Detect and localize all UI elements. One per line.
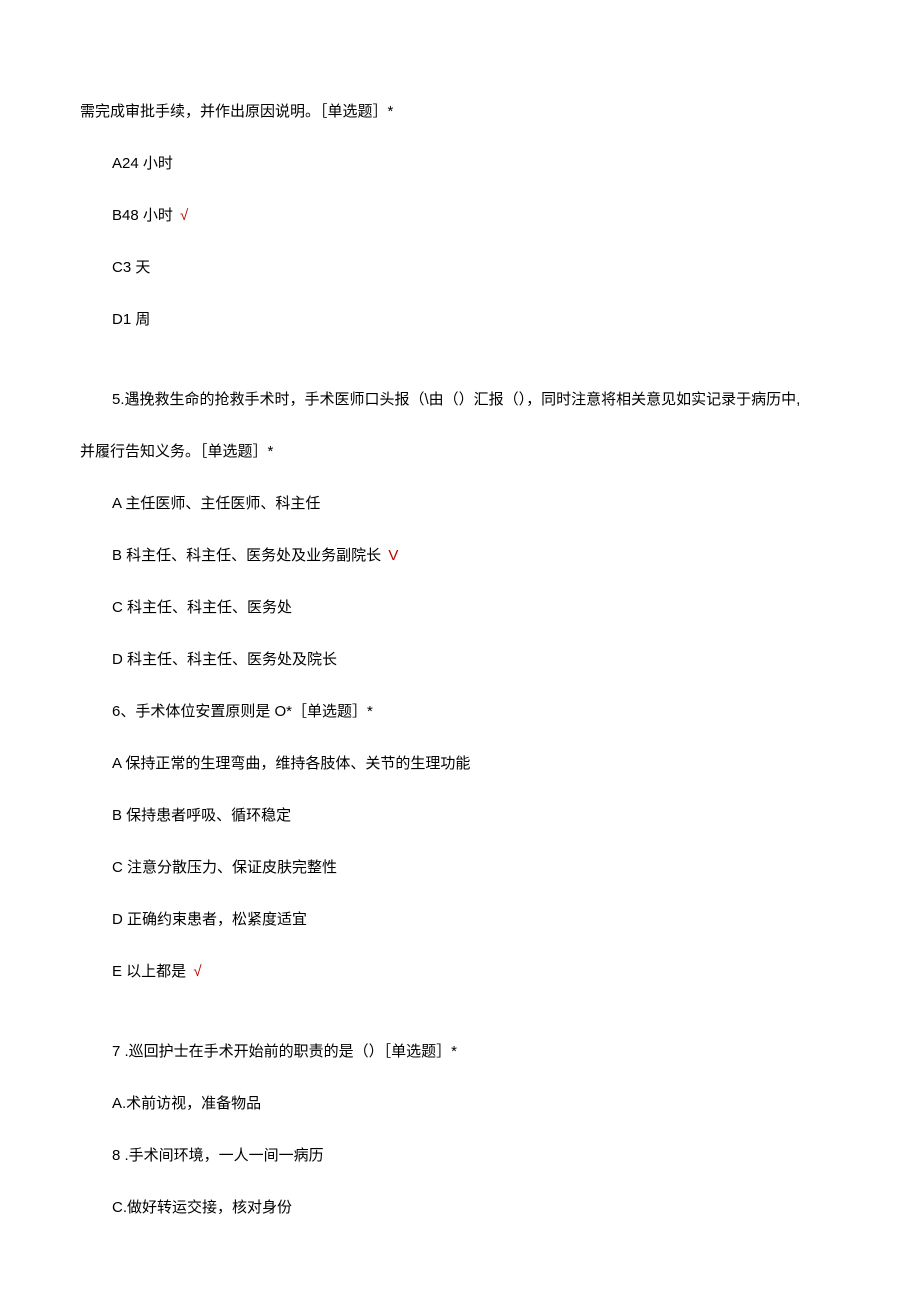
check-icon: √ [180,207,188,224]
q7-option-a: A.术前访视，准备物品 [80,1092,840,1116]
q4-stem-continuation: 需完成审批手续，并作出原因说明。［单选题］* [80,100,840,124]
q6-option-a: A 保持正常的生理弯曲，维持各肢体、关节的生理功能 [80,752,840,776]
check-icon: V [388,547,398,564]
q7-option-8: 8 .手术间环境，一人一间一病历 [80,1144,840,1168]
q6-option-d: D 正确约束患者，松紧度适宜 [80,908,840,932]
q5-option-c: C 科主任、科主任、医务处 [80,596,840,620]
q5-option-a: A 主任医师、主任医师、科主任 [80,492,840,516]
q7-stem: 7 .巡回护士在手术开始前的职责的是（）［单选题］* [80,1040,840,1064]
check-icon: √ [193,963,201,980]
q4-option-c: C3 天 [80,256,840,280]
q6-option-b: B 保持患者呼吸、循环稳定 [80,804,840,828]
q6-option-e-text: E 以上都是 [112,963,186,980]
q5-stem-line1: 5.遇挽救生命的抢救手术时，手术医师口头报（\由（）汇报（），同时注意将相关意见… [80,388,840,412]
q5-option-b: B 科主任、科主任、医务处及业务副院长 V [80,544,840,568]
q6-option-c: C 注意分散压力、保证皮肤完整性 [80,856,840,880]
q6-option-e: E 以上都是 √ [80,960,840,984]
q5-option-b-text: B 科主任、科主任、医务处及业务副院长 [112,547,381,564]
q4-option-d: D1 周 [80,308,840,332]
q5-stem-line2: 并履行告知义务。［单选题］* [80,440,840,464]
q5-option-d: D 科主任、科主任、医务处及院长 [80,648,840,672]
q4-option-a: A24 小时 [80,152,840,176]
q4-option-b: B48 小时 √ [80,204,840,228]
q6-stem: 6、手术体位安置原则是 O*［单选题］* [80,700,840,724]
q4-option-b-text: B48 小时 [112,207,173,224]
q7-option-c: C.做好转运交接，核对身份 [80,1196,840,1220]
